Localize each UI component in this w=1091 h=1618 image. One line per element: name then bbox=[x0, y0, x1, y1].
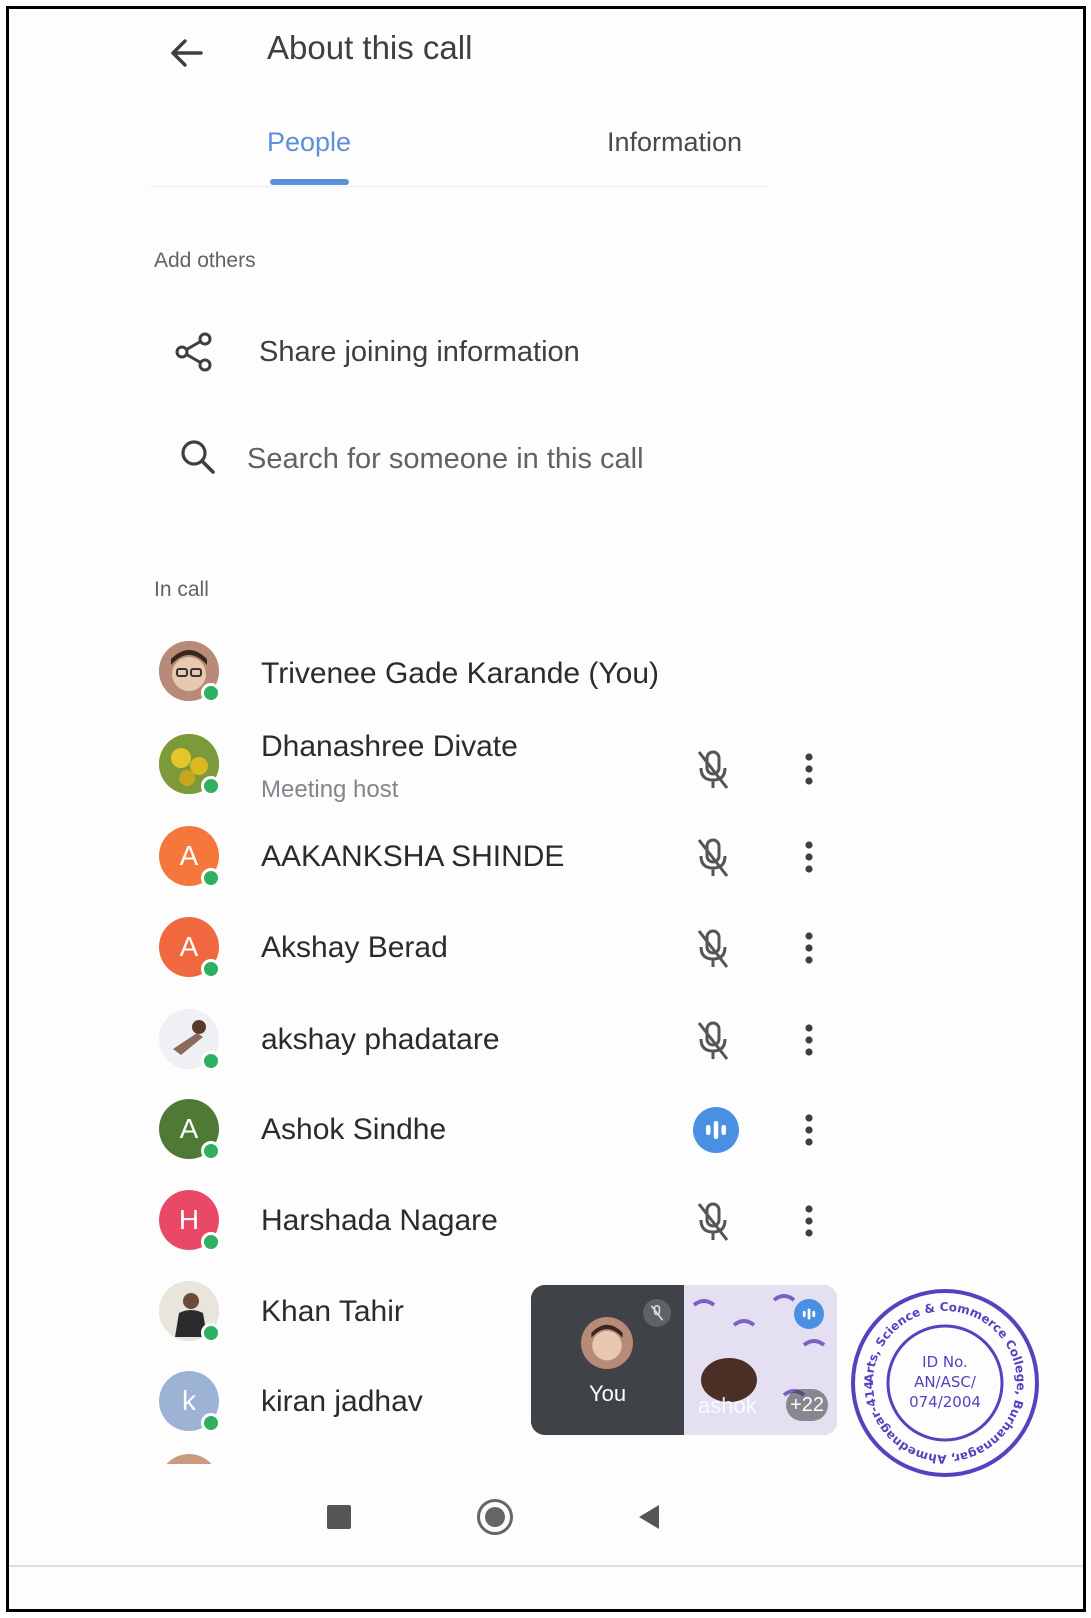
avatar-initial: A bbox=[179, 840, 199, 871]
participant-name: kiran jadhav bbox=[261, 1385, 423, 1418]
participant-name: Ashok Sindhe bbox=[261, 1113, 447, 1146]
stamp-id-line3: 074/2004 bbox=[909, 1393, 981, 1411]
participant-name: Akshay Berad bbox=[261, 931, 448, 964]
mic-muted-icon bbox=[643, 1299, 671, 1327]
tab-people[interactable]: People bbox=[267, 127, 351, 158]
share-joining-info-button[interactable]: Share joining information bbox=[159, 319, 779, 385]
pip-speaker-tile: ashok +22 bbox=[684, 1285, 837, 1435]
mic-muted-icon[interactable] bbox=[691, 748, 735, 792]
tab-active-indicator bbox=[270, 179, 349, 185]
share-icon bbox=[159, 331, 229, 373]
more-options-icon[interactable] bbox=[791, 1198, 827, 1244]
avatar-initial: A bbox=[179, 931, 199, 962]
participant-row-kiran[interactable]: k kiran jadhav bbox=[149, 1359, 529, 1445]
avatar-initial: H bbox=[178, 1204, 200, 1235]
mic-muted-icon[interactable] bbox=[691, 836, 735, 880]
participant-row-dhanashree[interactable]: Dhanashree Divate Meeting host bbox=[149, 722, 839, 808]
picture-in-picture-video[interactable]: You ashok +22 bbox=[531, 1285, 837, 1435]
pip-self-label: You bbox=[588, 1381, 627, 1406]
avatar: H bbox=[159, 1190, 221, 1252]
more-options-icon[interactable] bbox=[791, 1107, 827, 1153]
avatar-initial: k bbox=[182, 1385, 196, 1416]
online-indicator bbox=[201, 1232, 221, 1252]
online-indicator bbox=[201, 959, 221, 979]
share-joining-info-label: Share joining information bbox=[259, 335, 580, 368]
search-placeholder: Search for someone in this call bbox=[247, 442, 644, 475]
mic-muted-icon[interactable] bbox=[691, 1200, 735, 1244]
avatar bbox=[159, 1281, 221, 1343]
more-options-icon[interactable] bbox=[791, 746, 827, 792]
participant-name: akshay phadatare bbox=[261, 1023, 500, 1056]
tab-information[interactable]: Information bbox=[607, 127, 742, 158]
online-indicator bbox=[201, 683, 221, 703]
avatar: k bbox=[159, 1371, 221, 1433]
search-icon bbox=[179, 438, 217, 481]
participant-row-khan-tahir[interactable]: Khan Tahir bbox=[149, 1269, 529, 1355]
speaking-indicator-icon bbox=[693, 1107, 739, 1153]
participant-name: Harshada Nagare bbox=[261, 1204, 498, 1237]
in-call-label: In call bbox=[154, 578, 209, 601]
online-indicator bbox=[201, 1323, 221, 1343]
more-options-icon[interactable] bbox=[791, 834, 827, 880]
participant-row-aakanksha[interactable]: A AAKANKSHA SHINDE bbox=[149, 814, 839, 900]
avatar: A bbox=[159, 826, 221, 888]
screen-frame: About this call People Information Add o… bbox=[6, 6, 1086, 1612]
mic-muted-icon[interactable] bbox=[691, 927, 735, 971]
home-circle-icon[interactable] bbox=[477, 1499, 513, 1535]
online-indicator bbox=[201, 1051, 221, 1071]
more-participants-badge: +22 bbox=[786, 1389, 828, 1421]
online-indicator bbox=[201, 776, 221, 796]
avatar-partial bbox=[159, 1454, 219, 1464]
more-options-icon[interactable] bbox=[791, 1017, 827, 1063]
avatar: A bbox=[159, 917, 221, 979]
participant-row-ashok[interactable]: A Ashok Sindhe bbox=[149, 1087, 839, 1173]
search-participants-input[interactable]: Search for someone in this call bbox=[179, 427, 799, 491]
college-stamp: Arts, Science & Commerce College, Burhan… bbox=[843, 1274, 1043, 1481]
tab-divider bbox=[149, 186, 769, 187]
avatar bbox=[581, 1317, 633, 1369]
participant-row-trivenee[interactable]: Trivenee Gade Karande (You) bbox=[149, 629, 839, 715]
bottom-divider bbox=[9, 1565, 1083, 1567]
pip-self-tile: You bbox=[531, 1285, 684, 1435]
participant-name: Khan Tahir bbox=[261, 1295, 404, 1328]
participant-role: Meeting host bbox=[261, 776, 399, 803]
online-indicator bbox=[201, 868, 221, 888]
participant-row-akshay-berad[interactable]: A Akshay Berad bbox=[149, 905, 839, 991]
stamp-id-line2: AN/ASC/ bbox=[914, 1373, 977, 1391]
add-others-label: Add others bbox=[154, 249, 256, 272]
participant-row-akshay-phadatare[interactable]: akshay phadatare bbox=[149, 997, 839, 1083]
recents-square-icon[interactable] bbox=[327, 1505, 351, 1529]
mic-muted-icon[interactable] bbox=[691, 1019, 735, 1063]
avatar bbox=[159, 641, 221, 703]
system-navigation-bar bbox=[9, 1471, 1083, 1571]
avatar-initial: A bbox=[179, 1113, 199, 1144]
online-indicator bbox=[201, 1141, 221, 1161]
back-arrow-icon[interactable] bbox=[159, 29, 215, 77]
participant-row-harshada[interactable]: H Harshada Nagare bbox=[149, 1178, 839, 1264]
pip-speaker-name: ashok bbox=[698, 1393, 757, 1418]
back-triangle-icon[interactable] bbox=[637, 1503, 661, 1536]
participant-name: Dhanashree Divate bbox=[261, 730, 518, 763]
stamp-id-line1: ID No. bbox=[922, 1353, 968, 1371]
avatar: A bbox=[159, 1099, 221, 1161]
online-indicator bbox=[201, 1413, 221, 1433]
more-options-icon[interactable] bbox=[791, 925, 827, 971]
page-title: About this call bbox=[267, 29, 473, 66]
avatar bbox=[159, 1009, 221, 1071]
speaking-indicator-icon bbox=[794, 1299, 824, 1329]
participant-name: Trivenee Gade Karande (You) bbox=[261, 657, 660, 690]
participant-name: AAKANKSHA SHINDE bbox=[261, 840, 565, 873]
avatar bbox=[159, 734, 221, 796]
